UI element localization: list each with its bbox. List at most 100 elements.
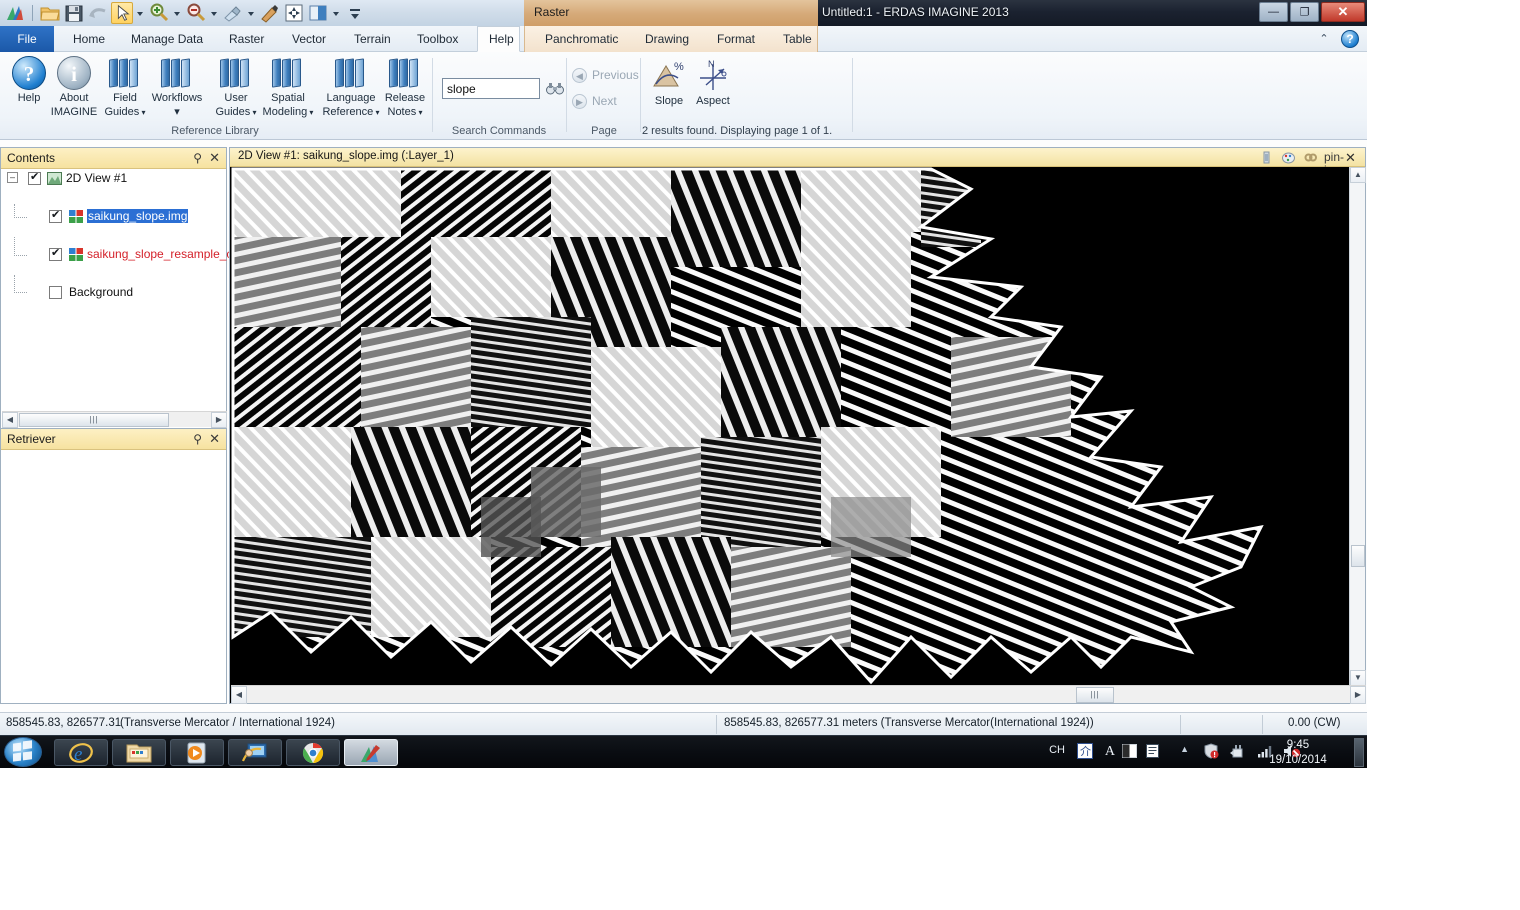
restore-button[interactable]: ❐ (1290, 2, 1319, 22)
contents-scroll-right-icon[interactable]: ▶ (211, 412, 227, 428)
tree-item-saikung-slope[interactable]: saikung_slope.img (1, 204, 226, 226)
tree-label-saikung-slope: saikung_slope.img (87, 209, 189, 223)
tree-item-saikung-slope-resample[interactable]: saikung_slope_resample_c (1, 237, 232, 264)
pan-icon[interactable] (222, 2, 244, 24)
taskbar-remote-desktop-button[interactable] (228, 739, 282, 766)
contents-scroll-left-icon[interactable]: ◀ (2, 412, 18, 428)
view-hscrollbar[interactable]: ◀ ||| ▶ (231, 685, 1366, 704)
ribbon-help-icon[interactable]: ? (1341, 30, 1359, 48)
language-reference-button[interactable]: Language Reference ▾ (318, 56, 384, 119)
view-close-icon[interactable]: ✕ (1344, 151, 1357, 164)
ribbon-tab-row: File Home Manage Data Raster Vector Terr… (0, 26, 1367, 52)
swipe-icon[interactable] (307, 2, 329, 24)
layer-checkbox-saikung-slope-resample[interactable] (49, 246, 62, 261)
pin-icon[interactable]: pin-icon (1324, 151, 1346, 177)
view-title: 2D View #1: saikung_slope.img (:Layer_1) (238, 150, 454, 162)
zoom-out-icon[interactable] (185, 2, 207, 24)
taskbar-chrome-button[interactable] (286, 739, 340, 766)
tab-terrain[interactable]: Terrain (343, 26, 402, 52)
taskbar-media-player-button[interactable] (170, 739, 224, 766)
contents-pin-icon[interactable]: ⚲ (193, 151, 202, 165)
tab-raster[interactable]: Raster (218, 26, 275, 52)
save-icon[interactable] (63, 2, 85, 24)
tab-vector[interactable]: Vector (281, 26, 337, 52)
zoom-in-dropdown-icon[interactable] (172, 2, 183, 24)
tab-help[interactable]: Help (477, 26, 520, 52)
background-checkbox[interactable] (49, 286, 62, 299)
zoom-in-icon[interactable] (148, 2, 170, 24)
contents-hscrollbar[interactable]: ◀ ||| ▶ (2, 411, 227, 428)
retriever-close-icon[interactable]: ✕ (209, 431, 220, 447)
view-scroll-up-icon[interactable]: ▲ (1350, 167, 1366, 183)
contents-scroll-thumb[interactable]: ||| (19, 413, 169, 427)
halfwidth-icon[interactable] (1122, 744, 1137, 761)
tree-expander-icon[interactable]: – (7, 172, 18, 183)
taskbar-erdas-imagine-button[interactable] (344, 739, 398, 766)
view-scroll-left-icon[interactable]: ◀ (231, 686, 247, 704)
ime-letter-icon[interactable]: A (1105, 744, 1115, 760)
retriever-pin-icon[interactable]: ⚲ (193, 432, 202, 446)
zoom-out-dropdown-icon[interactable] (209, 2, 220, 24)
tab-file[interactable]: File (0, 26, 54, 52)
thumbnail-icon[interactable] (1260, 151, 1273, 164)
view-scroll-down-icon[interactable]: ▼ (1350, 670, 1366, 686)
close-button[interactable]: ✕ (1321, 2, 1365, 22)
ime-chinese-icon[interactable]: 介 (1077, 743, 1093, 762)
erdas-logo-icon[interactable] (4, 2, 26, 24)
workflows-button[interactable]: Workflows ▾ (144, 56, 210, 118)
taskbar-internet-explorer-button[interactable]: e (54, 739, 108, 766)
windows-start-icon[interactable] (4, 737, 42, 767)
ime-toolbar-icon[interactable] (1146, 744, 1161, 761)
fit-to-frame-icon[interactable] (283, 2, 305, 24)
qat-overflow-icon[interactable] (344, 2, 366, 24)
view-hscroll-thumb[interactable]: ||| (1076, 687, 1114, 703)
view-checkbox[interactable] (28, 170, 41, 185)
layer-checkbox-saikung-slope[interactable] (49, 208, 62, 223)
view-vscroll-thumb[interactable] (1351, 545, 1365, 567)
tab-format[interactable]: Format (706, 26, 766, 52)
action-center-icon[interactable] (1203, 743, 1219, 762)
link-icon[interactable] (1304, 151, 1317, 164)
workflows-line1: Workflows (151, 92, 203, 104)
binoculars-icon[interactable] (546, 81, 564, 95)
view-scroll-right-icon[interactable]: ▶ (1350, 686, 1366, 704)
svg-text:%: % (674, 61, 684, 73)
show-desktop-button[interactable] (1354, 738, 1364, 767)
taskbar-file-explorer-button[interactable] (112, 739, 166, 766)
tab-drawing[interactable]: Drawing (634, 26, 700, 52)
release-notes-button[interactable]: Release Notes ▾ (380, 56, 430, 119)
tab-panchromatic[interactable]: Panchromatic (534, 26, 629, 52)
view-vscrollbar[interactable]: ▲ ▼ (1349, 167, 1366, 686)
tray-overflow-icon[interactable]: ▲ (1180, 744, 1189, 754)
about-imagine-button[interactable]: i About IMAGINE (45, 56, 103, 118)
palette-icon[interactable] (1282, 151, 1295, 164)
raster-canvas[interactable] (231, 167, 1350, 686)
spatial-modeling-button[interactable]: Spatial Modeling ▾ (257, 56, 319, 119)
tree-item-background[interactable]: Background (1, 275, 226, 302)
tray-ime-language[interactable]: CH (1049, 744, 1065, 756)
collapse-ribbon-icon[interactable]: ⌃ (1317, 32, 1331, 46)
select-tool-icon[interactable] (111, 2, 133, 24)
search-input[interactable] (442, 78, 540, 99)
minimize-button[interactable]: — (1259, 2, 1288, 22)
svg-text:N: N (708, 59, 715, 69)
pan-dropdown-icon[interactable] (246, 2, 257, 24)
aspect-result-button[interactable]: N Aspect (686, 58, 740, 107)
undo-icon[interactable] (87, 2, 109, 24)
tab-manage-data[interactable]: Manage Data (120, 26, 214, 52)
swipe-dropdown-icon[interactable] (331, 2, 342, 24)
group-title-reference-library: Reference Library (171, 125, 259, 137)
taskbar-clock[interactable]: 9:45 19/10/2014 (1255, 738, 1341, 768)
tab-table[interactable]: Table (772, 26, 823, 52)
safely-remove-icon[interactable] (1229, 743, 1245, 762)
retriever-content-area[interactable] (2, 451, 225, 702)
select-tool-dropdown-icon[interactable] (135, 2, 146, 24)
clock-date: 19/10/2014 (1269, 754, 1327, 766)
inquire-cursor-icon[interactable] (259, 2, 281, 24)
tab-home[interactable]: Home (62, 26, 116, 52)
books-icon (157, 56, 197, 90)
tab-toolbox[interactable]: Toolbox (406, 26, 469, 52)
tree-item-2d-view[interactable]: – 2D View #1 (1, 169, 226, 188)
contents-close-icon[interactable]: ✕ (209, 150, 220, 166)
open-file-icon[interactable] (39, 2, 61, 24)
